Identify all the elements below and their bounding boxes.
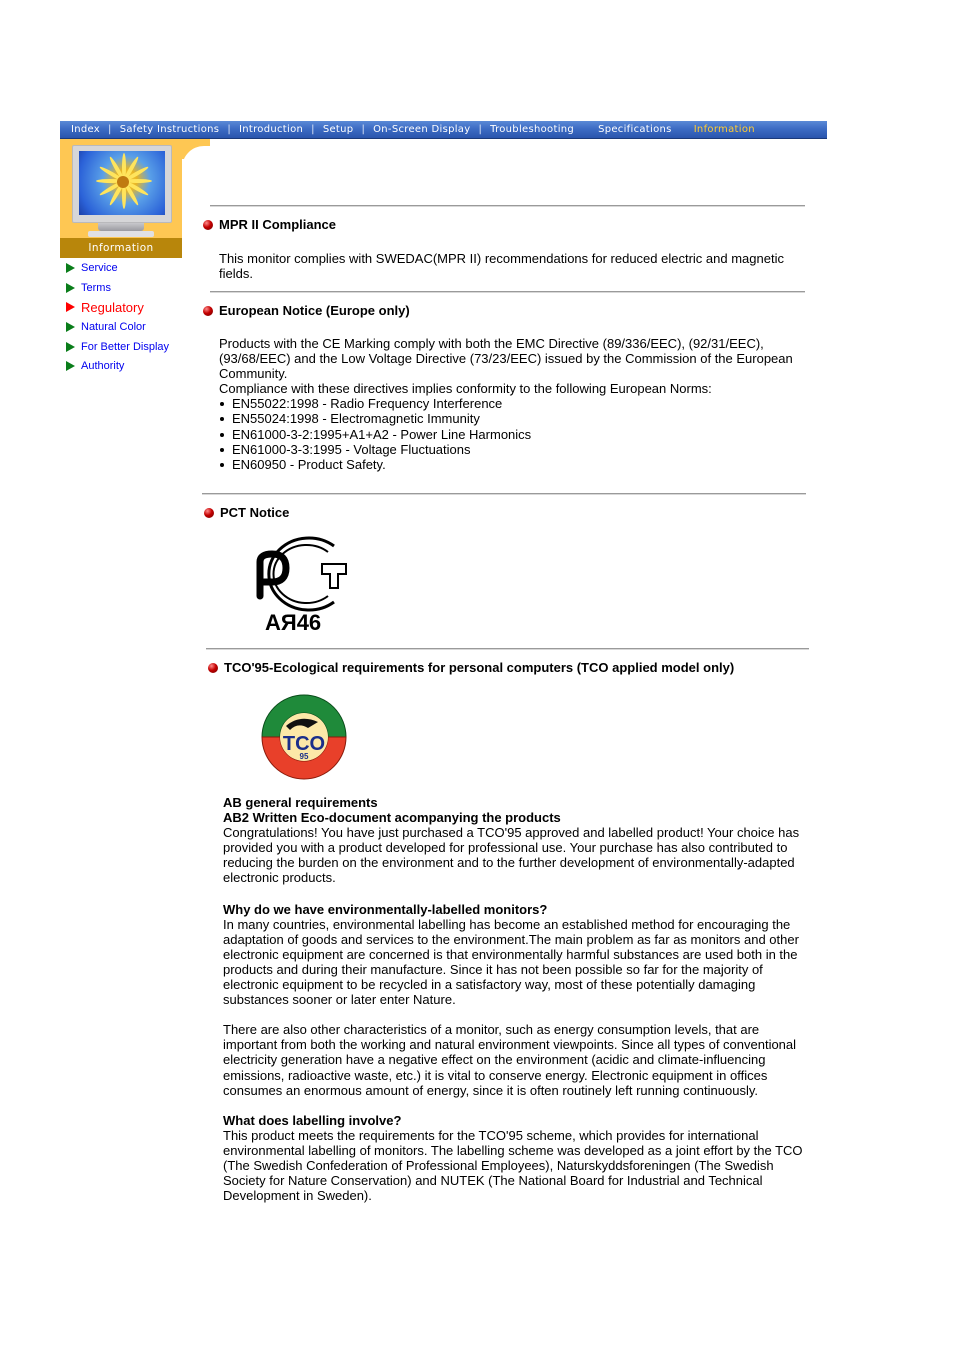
arrow-right-icon xyxy=(66,321,75,332)
arrow-right-icon xyxy=(66,341,75,352)
sidebar-item-label: Regulatory xyxy=(81,299,144,315)
tco-logo-year: 95 xyxy=(300,752,309,761)
tco-heading-ab2: AB2 Written Eco-document acompanying the… xyxy=(223,810,561,826)
list-item: EN55024:1998 - Electromagnetic Immunity xyxy=(219,411,799,426)
section-heading-europe: European Notice (Europe only) xyxy=(203,303,410,318)
section-heading-mpr: MPR II Compliance xyxy=(203,217,336,232)
nav-tab-index[interactable]: Index xyxy=(71,124,100,135)
monitor-illustration xyxy=(72,145,172,223)
arrow-right-icon xyxy=(66,302,75,313)
sidebar-item-service[interactable]: Service xyxy=(66,258,196,278)
arrow-right-icon xyxy=(66,262,75,273)
sidebar-item-label: Terms xyxy=(81,281,111,294)
sidebar-decoration-cutout xyxy=(182,146,222,206)
tco-heading-why: Why do we have environmentally-labelled … xyxy=(223,901,548,917)
sidebar-item-label: For Better Display xyxy=(81,340,170,353)
sidebar-item-for-better-display[interactable]: For Better Display xyxy=(66,337,196,357)
nav-separator: | xyxy=(361,124,366,135)
list-item: EN61000-3-2:1995+A1+A2 - Power Line Harm… xyxy=(219,427,799,442)
section-heading-tco: TCO'95-Ecological requirements for perso… xyxy=(208,660,734,675)
nav-tab-troubleshooting[interactable]: Troubleshooting xyxy=(490,124,574,135)
sidebar-header-image: Information xyxy=(60,139,182,258)
sidebar-item-label: Authority xyxy=(81,360,125,373)
nav-tab-on-screen-display[interactable]: On-Screen Display xyxy=(373,124,470,135)
sidebar-item-terms[interactable]: Terms xyxy=(66,278,196,298)
tco-paragraph-3: There are also other characteristics of … xyxy=(223,1022,797,1098)
list-item: EN55022:1998 - Radio Frequency Interfere… xyxy=(219,396,799,411)
tco-heading-what: What does labelling involve? xyxy=(223,1112,402,1128)
list-item: EN61000-3-3:1995 - Voltage Fluctuations xyxy=(219,442,799,457)
divider xyxy=(202,493,806,495)
sidebar-item-regulatory[interactable]: Regulatory xyxy=(66,297,196,317)
red-bullet-icon xyxy=(204,507,214,518)
red-bullet-icon xyxy=(203,219,213,230)
arrow-right-icon xyxy=(66,361,75,372)
sidebar-section-label: Information xyxy=(60,238,182,258)
norms-list: EN55022:1998 - Radio Frequency Interfere… xyxy=(219,396,799,472)
heading-text: PCT Notice xyxy=(220,505,290,520)
list-item: EN60950 - Product Safety. xyxy=(219,457,799,472)
divider xyxy=(206,648,809,650)
red-bullet-icon xyxy=(203,305,213,316)
heading-text: European Notice (Europe only) xyxy=(219,303,410,318)
europe-paragraph-1: Products with the CE Marking comply with… xyxy=(219,336,793,382)
nav-tab-safety-instructions[interactable]: Safety Instructions xyxy=(120,124,220,135)
divider xyxy=(210,205,805,207)
tco95-logo: TCO 95 xyxy=(256,692,352,782)
top-nav-bar: Index | Safety Instructions | Introducti… xyxy=(60,121,827,139)
europe-body: Products with the CE Marking comply with… xyxy=(219,336,799,472)
nav-separator: | xyxy=(108,124,112,135)
monitor-base xyxy=(88,231,154,237)
sidebar-item-label: Natural Color xyxy=(81,320,146,333)
tco-paragraph-1: Congratulations! You have just purchased… xyxy=(223,825,800,886)
nav-tab-setup[interactable]: Setup xyxy=(323,124,354,135)
monitor-stand xyxy=(98,223,144,231)
tco-paragraph-4: This product meets the requirements for … xyxy=(223,1127,803,1204)
section-heading-pct: PCT Notice xyxy=(204,505,289,520)
monitor-screen-flower xyxy=(79,151,165,215)
nav-tab-specifications[interactable]: Specifications xyxy=(598,124,672,135)
nav-separator: | xyxy=(311,124,315,135)
nav-separator: | xyxy=(478,124,483,135)
arrow-right-icon xyxy=(66,282,75,293)
tco-body: AB general requirements AB2 Written Eco-… xyxy=(223,795,813,1203)
heading-text: MPR II Compliance xyxy=(219,217,337,232)
heading-text: TCO'95-Ecological requirements for perso… xyxy=(224,660,735,675)
tco-paragraph-2: In many countries, environmental labelli… xyxy=(223,916,799,1008)
pct-certification-logo: AЯ46 xyxy=(250,536,350,636)
divider xyxy=(210,291,805,293)
sidebar-item-authority[interactable]: Authority xyxy=(66,356,196,376)
mpr-body: This monitor complies with SWEDAC(MPR II… xyxy=(219,251,784,282)
red-bullet-icon xyxy=(208,662,218,673)
nav-tab-introduction[interactable]: Introduction xyxy=(239,124,303,135)
sidebar-menu: Service Terms Regulatory Natural Color F… xyxy=(66,258,196,376)
nav-tab-information[interactable]: Information xyxy=(694,124,755,135)
sidebar-item-label: Service xyxy=(81,261,118,274)
europe-paragraph-2: Compliance with these directives implies… xyxy=(219,381,712,397)
tco-heading-ab: AB general requirements xyxy=(223,795,378,810)
pct-logo-code: AЯ46 xyxy=(265,610,322,635)
nav-separator: | xyxy=(227,124,231,135)
sidebar-item-natural-color[interactable]: Natural Color xyxy=(66,317,196,337)
